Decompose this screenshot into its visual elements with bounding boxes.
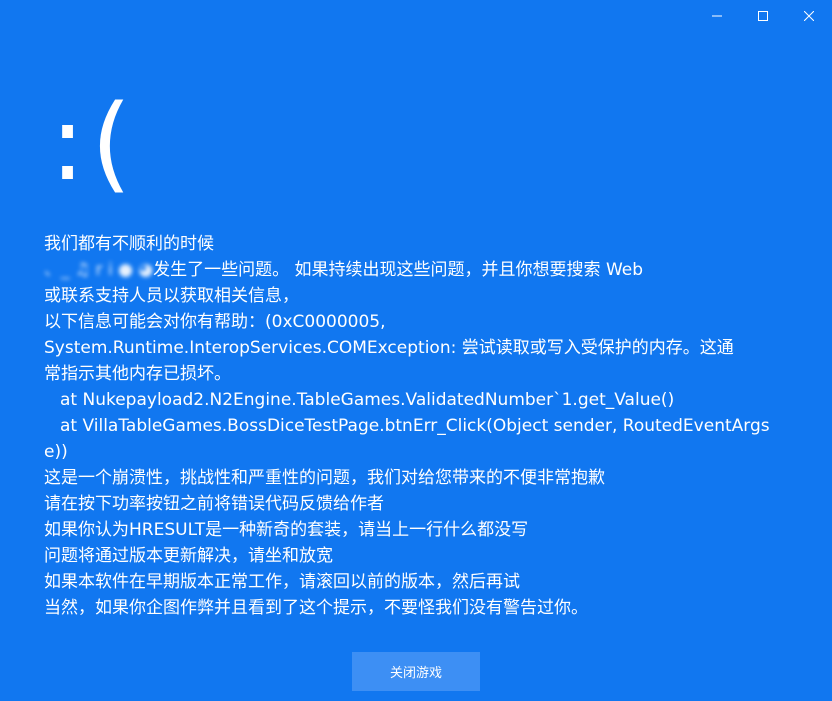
close-icon <box>804 11 814 21</box>
message-line: 当然，如果你企图作弊并且看到了这个提示，不要怪我们没有警告过你。 <box>44 598 588 618</box>
message-line: 常指示其他内存已损坏。 <box>44 364 231 384</box>
message-line: 问题将通过版本更新解决，请坐和放宽 <box>44 546 333 566</box>
message-line: 以下信息可能会对你有帮助：(0xC0000005, <box>44 312 386 332</box>
error-message: 我们都有不顺利的时候 、_ ♫ r i ● ◕发生了一些问题。 如果持续出现这些… <box>44 231 794 621</box>
message-line: 或联系支持人员以获取相关信息， <box>44 286 299 306</box>
minimize-icon <box>712 11 722 21</box>
maximize-icon <box>758 11 768 21</box>
message-line: 如果你认为HRESULT是一种新奇的套装，请当上一行什么都没写 <box>44 520 529 540</box>
close-button[interactable] <box>786 0 832 32</box>
message-heading: 我们都有不顺利的时候 <box>44 234 214 254</box>
message-line: 、_ ♫ r i ● ◕发生了一些问题。 如果持续出现这些问题，并且你想要搜索 … <box>44 257 794 283</box>
message-line: 如果本软件在早期版本正常工作，请滚回以前的版本，然后再试 <box>44 572 520 592</box>
message-text: 发生了一些问题。 如果持续出现这些问题，并且你想要搜索 Web <box>153 260 644 280</box>
message-line: 请在按下功率按钮之前将错误代码反馈给作者 <box>44 494 384 514</box>
minimize-button[interactable] <box>694 0 740 32</box>
stack-trace-line: e)) <box>44 442 68 462</box>
exception-line: System.Runtime.InteropServices.COMExcept… <box>44 338 734 358</box>
stack-trace-line: at Nukepayload2.N2Engine.TableGames.Vali… <box>60 390 675 410</box>
blurred-app-name: 、_ ♫ r i ● ◕ <box>44 260 154 280</box>
message-line: 这是一个崩溃性，挑战性和严重性的问题，我们对给您带来的不便非常抱歉 <box>44 468 605 488</box>
stack-trace-line: at VillaTableGames.BossDiceTestPage.btnE… <box>60 416 770 436</box>
maximize-button[interactable] <box>740 0 786 32</box>
title-bar <box>0 0 832 32</box>
sad-face-emoticon: :( <box>50 82 138 204</box>
close-game-button[interactable]: 关闭游戏 <box>352 652 480 691</box>
